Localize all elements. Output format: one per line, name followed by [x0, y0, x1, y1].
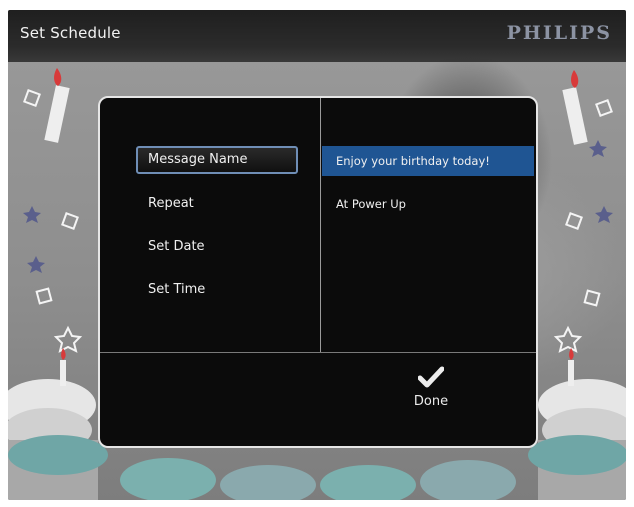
schedule-dialog: Message Name Repeat Set Date Set Time En…	[98, 96, 538, 448]
menu-item-message-name[interactable]: Message Name	[136, 146, 298, 174]
menu-item-set-date[interactable]: Set Date	[136, 233, 298, 261]
screen-title: Set Schedule	[20, 24, 121, 42]
done-label: Done	[413, 394, 449, 409]
checkmark-icon	[418, 366, 444, 388]
candle-right	[562, 70, 588, 145]
done-button[interactable]: Done	[396, 360, 466, 432]
brand-logo: PHILIPS	[506, 22, 612, 44]
column-divider	[320, 98, 321, 352]
menu-item-repeat[interactable]: Repeat	[136, 190, 298, 218]
candle-left	[44, 68, 70, 143]
footer-divider	[100, 352, 536, 353]
menu-item-set-time[interactable]: Set Time	[136, 276, 298, 304]
value-option-message[interactable]: Enjoy your birthday today!	[322, 146, 534, 176]
photo-frame-screen: Set Schedule PHILIPS Message Name Repeat…	[8, 10, 626, 500]
value-option-at-power-up[interactable]: At Power Up	[322, 189, 534, 219]
title-bar: Set Schedule PHILIPS	[8, 10, 626, 62]
